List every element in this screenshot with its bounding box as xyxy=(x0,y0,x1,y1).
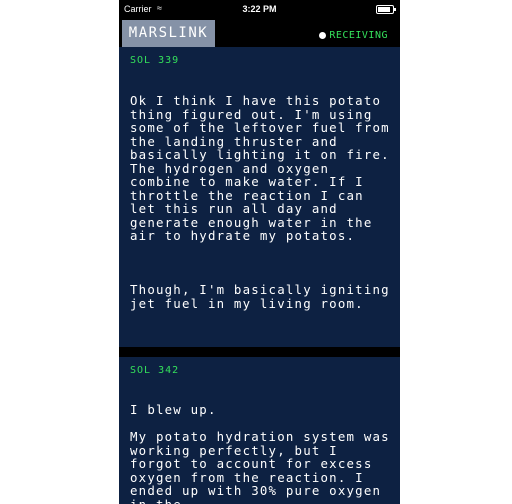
phone-screen: Carrier ≈ 3:22 PM MARSLINK RECEIVING SOL… xyxy=(119,0,400,504)
message-log[interactable]: SOL 339 Ok I think I have this potato th… xyxy=(119,47,400,504)
status-bar: Carrier ≈ 3:22 PM xyxy=(119,0,400,18)
battery-icon xyxy=(376,5,396,14)
entry-divider xyxy=(119,347,400,357)
log-entry: SOL 342 I blew up. My potato hydration s… xyxy=(119,357,400,504)
receiving-label: RECEIVING xyxy=(329,30,388,41)
entry-paragraph: Ok I think I have this potato thing figu… xyxy=(130,93,390,243)
status-dot-icon xyxy=(319,31,327,39)
app-title: MARSLINK xyxy=(122,20,215,47)
app-header: MARSLINK RECEIVING xyxy=(119,18,400,47)
sol-label: SOL 339 xyxy=(130,55,180,66)
log-entry: SOL 339 Ok I think I have this potato th… xyxy=(119,47,400,347)
entry-paragraph: My potato hydration system was working p… xyxy=(130,429,390,504)
receiving-indicator: RECEIVING xyxy=(319,30,388,41)
sol-label: SOL 342 xyxy=(130,365,180,376)
entry-paragraph: Though, I'm basically igniting jet fuel … xyxy=(130,282,390,311)
entry-paragraph: I blew up. xyxy=(130,402,217,417)
clock: 3:22 PM xyxy=(242,4,277,14)
